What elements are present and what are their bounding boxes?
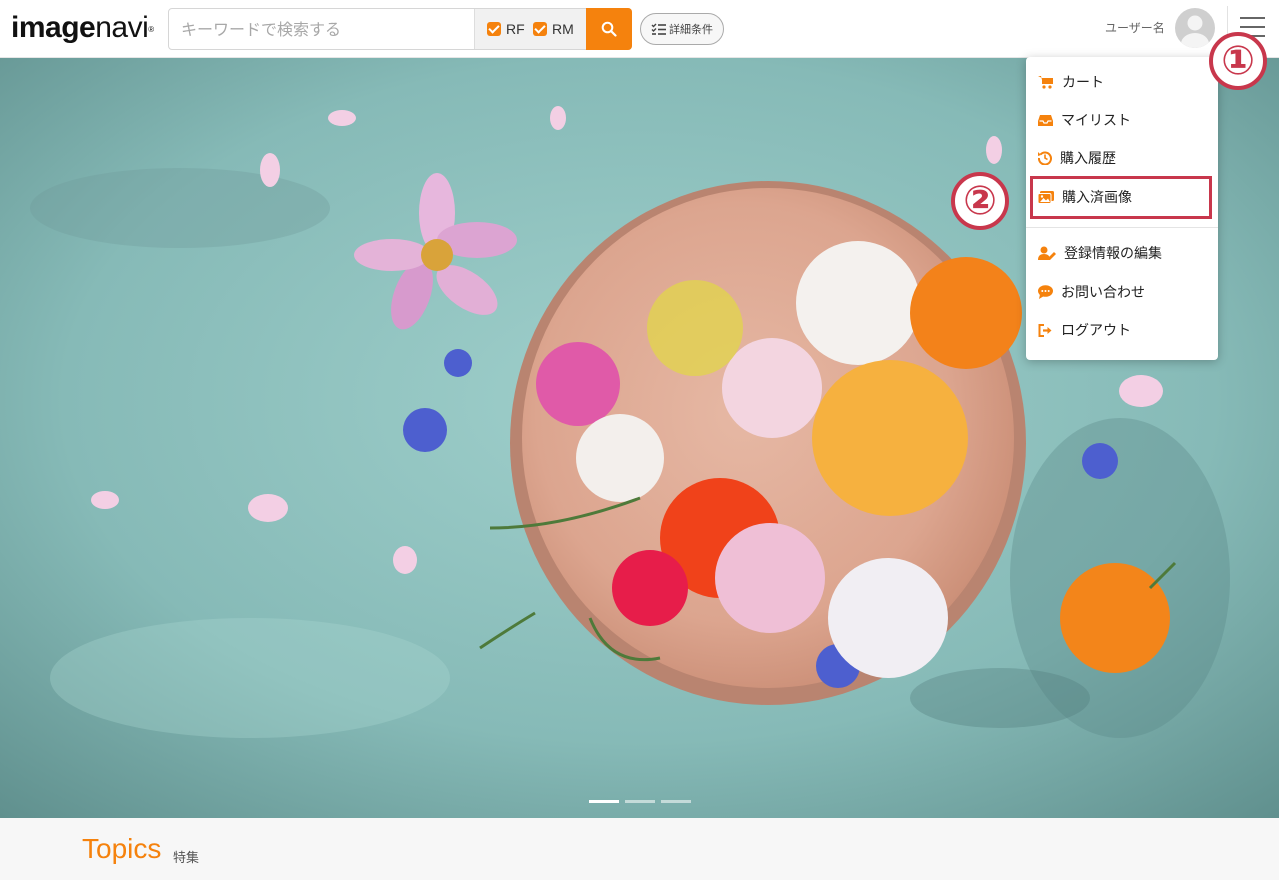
history-icon — [1038, 151, 1052, 165]
checkbox-checked-icon[interactable] — [533, 22, 547, 36]
step-badge-1: ① — [1209, 32, 1267, 90]
search-icon — [601, 21, 617, 37]
inbox-icon — [1038, 114, 1053, 126]
menu-item-edit-profile[interactable]: 登録情報の編集 — [1026, 236, 1218, 270]
topics-section: Topics 特集 — [0, 818, 1279, 880]
menu-item-purchase-history[interactable]: 購入履歴 — [1026, 141, 1218, 175]
menu-divider — [1026, 227, 1218, 228]
imagenavi-logo[interactable]: imagenavi® — [11, 10, 154, 46]
site-header: imagenavi® RF RM — [0, 0, 1279, 58]
cart-icon — [1038, 76, 1053, 89]
search-button[interactable] — [586, 8, 632, 50]
user-avatar-icon[interactable] — [1175, 8, 1215, 48]
menu-item-cart[interactable]: カート — [1026, 65, 1218, 99]
detail-conditions-button[interactable]: 詳細条件 — [640, 13, 724, 45]
topics-title: Topics — [82, 833, 162, 864]
menu-item-logout[interactable]: ログアウト — [1026, 313, 1218, 347]
detail-conditions-label: 詳細条件 — [669, 23, 713, 36]
carousel-indicators — [589, 800, 691, 803]
user-name[interactable]: ユーザー名 — [1105, 19, 1165, 36]
filter-rm[interactable]: RM — [533, 20, 574, 38]
chat-icon — [1038, 285, 1053, 299]
user-edit-icon — [1038, 246, 1056, 260]
filter-rm-label: RM — [552, 21, 574, 37]
carousel-dot[interactable] — [661, 800, 691, 803]
topics-subtitle: 特集 — [173, 851, 200, 866]
carousel-dot[interactable] — [589, 800, 619, 803]
logout-icon — [1038, 323, 1052, 337]
step-badge-2: ② — [951, 172, 1009, 230]
carousel-dot[interactable] — [625, 800, 655, 803]
menu-item-mylist[interactable]: マイリスト — [1026, 103, 1218, 137]
menu-item-contact[interactable]: お問い合わせ — [1026, 275, 1218, 309]
checklist-icon — [651, 23, 666, 35]
filter-rf[interactable]: RF — [487, 20, 525, 38]
search-bar: RF RM — [168, 8, 632, 50]
highlight-box-purchased-images — [1030, 176, 1212, 219]
checkbox-checked-icon[interactable] — [487, 22, 501, 36]
filter-rf-label: RF — [506, 21, 525, 37]
license-filters: RF RM — [474, 9, 586, 49]
search-input[interactable] — [169, 9, 473, 49]
